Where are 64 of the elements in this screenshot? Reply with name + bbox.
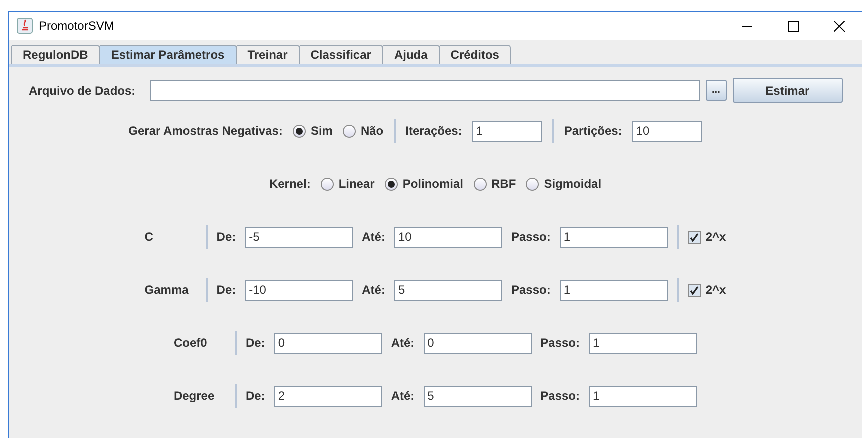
field-label: De: [246,335,266,352]
checkbox-label: 2^x [706,282,726,299]
step-field[interactable]: 1 [589,332,698,354]
step-field[interactable]: 1 [589,386,698,406]
to-field[interactable]: 5 [394,280,502,300]
field-label: Até: [362,282,386,299]
radio-button[interactable] [342,124,356,138]
from-field[interactable]: -10 [245,280,354,300]
checkbox[interactable] [688,230,701,244]
field-label: Passo: [540,388,580,405]
estimate-button[interactable]: Estimar [732,78,843,103]
field-label: Passo: [540,335,580,352]
field-label: Passo: [511,282,551,299]
tab[interactable]: Estimar Parâmetros [99,45,237,64]
field-label: Até: [362,229,386,246]
radio-button[interactable] [320,178,334,190]
file-field[interactable] [150,80,700,101]
radio-button[interactable] [292,124,306,138]
from-field[interactable]: 0 [274,332,382,354]
iterations-field[interactable]: 1 [472,120,542,142]
browse-button[interactable]: ... [706,80,727,101]
iterations-label: Iterações: [406,123,462,140]
checkmark-icon [690,232,699,242]
app-icon [17,18,33,34]
parameter-label: C [144,229,154,246]
parameter-label: Degree [174,388,216,405]
to-field[interactable]: 5 [424,386,532,406]
field-label: De: [216,229,236,246]
to-field[interactable]: 10 [394,226,502,248]
tab[interactable]: Créditos [438,45,512,64]
option-label: RBF [492,176,516,193]
step-field[interactable]: 1 [560,226,668,248]
option-label: Não [360,123,384,140]
option-label: Linear [338,176,375,193]
tab[interactable]: Ajuda [382,45,440,64]
radio-button[interactable] [384,178,398,190]
checkbox[interactable] [688,284,701,296]
checkmark-icon [690,286,699,294]
to-field[interactable]: 0 [424,332,532,354]
negatives-label: Gerar Amostras Negativas: [128,123,283,140]
close-icon [834,20,844,32]
field-label: Passo: [511,229,551,246]
tab[interactable]: RegulonDB [11,45,100,64]
field-label: De: [216,282,236,299]
kernel-label: Kernel: [269,176,311,193]
option-label: Sigmoidal [544,176,602,193]
checkbox-label: 2^x [706,229,726,246]
field-label: De: [246,388,266,405]
field-label: Até: [391,388,415,405]
option-label: Polinomial [402,176,464,193]
step-field[interactable]: 1 [560,280,668,300]
partitions-field[interactable]: 10 [632,120,702,142]
radio-button[interactable] [526,178,540,190]
maximize-icon [788,20,798,32]
parameter-label: Coef0 [174,335,208,352]
partitions-label: Partições: [564,123,622,140]
file-label: Arquivo de Dados: [29,82,136,100]
radio-button[interactable] [474,178,487,190]
field-label: Até: [391,335,415,352]
option-label: Sim [310,123,333,140]
window-title: PromotorSVM [39,18,114,35]
from-field[interactable]: 2 [274,386,382,406]
parameter-label: Gamma [144,282,190,299]
from-field[interactable]: -5 [245,226,354,248]
